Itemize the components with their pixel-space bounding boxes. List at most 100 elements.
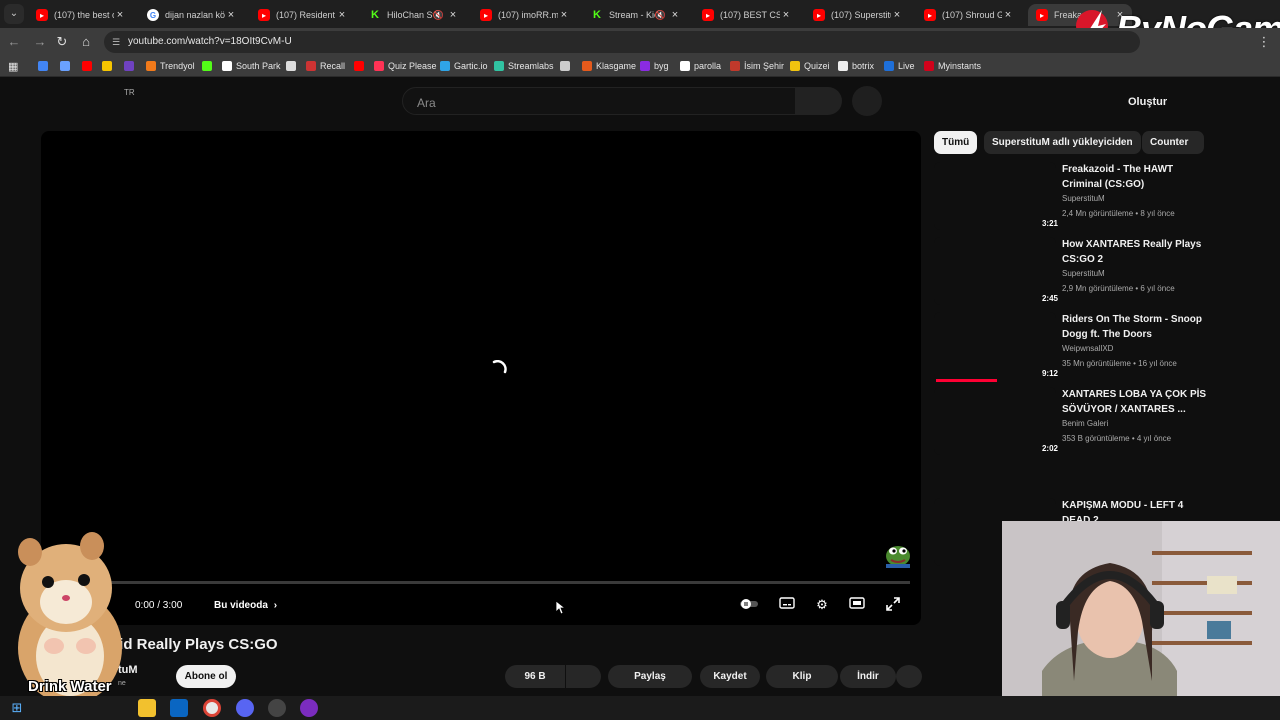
recommendation-item[interactable]: 9:12 Riders On The Storm - Snoop Dogg ft.… [934, 312, 1274, 382]
bookmark-item[interactable] [286, 59, 300, 73]
subscribe-button[interactable]: Abone ol [176, 665, 236, 688]
tab-close-icon[interactable]: × [114, 9, 126, 21]
search-input[interactable]: Ara [402, 87, 796, 115]
tab-close-icon[interactable]: × [1002, 9, 1014, 21]
apps-grid-icon[interactable]: ▦ [8, 59, 18, 73]
media-player-icon[interactable] [300, 699, 318, 717]
bookmark-item[interactable]: Gartic.io [440, 59, 488, 73]
bookmark-item[interactable] [82, 59, 96, 73]
video-player[interactable] [41, 131, 921, 625]
recommendation-title[interactable]: Riders On The Storm - Snoop Dogg ft. The… [1062, 312, 1208, 342]
tab-search-icon[interactable]: ⌄ [4, 4, 24, 24]
forward-arrow-icon[interactable]: → [32, 34, 48, 50]
recommendation-title[interactable]: XANTARES LOBA YA ÇOK PİS SÖVÜYOR / XANTA… [1062, 387, 1208, 417]
recommendation-item[interactable]: 2:45 How XANTARES Really Plays CS:GO 2 Sup… [934, 237, 1274, 307]
recommendation-channel[interactable]: SuperstituM [1062, 269, 1105, 278]
chip-from-uploader[interactable]: SuperstituM adlı yükleyiciden [984, 131, 1141, 154]
menu-dots-icon[interactable]: ⋮ [1256, 34, 1272, 50]
bookmark-item[interactable]: byg [640, 59, 669, 73]
browser-tab[interactable]: ▸ (107) imoRR.mp4× [472, 4, 576, 26]
recommendation-thumbnail[interactable] [934, 312, 1056, 380]
dislike-button[interactable] [566, 665, 601, 688]
reload-icon[interactable]: ↻ [54, 34, 70, 50]
back-arrow-icon[interactable]: ← [6, 34, 22, 50]
file-explorer-icon[interactable] [138, 699, 156, 717]
browser-tab[interactable]: ▸ (107) SuperstituM× [805, 4, 909, 26]
bookmark-item[interactable]: parolla [680, 59, 721, 73]
discord-icon[interactable] [236, 699, 254, 717]
bookmark-item[interactable] [124, 59, 138, 73]
bookmark-item[interactable]: Quiz Please [374, 59, 437, 73]
bookmark-item[interactable] [38, 59, 52, 73]
bookmark-item[interactable]: Streamlabs [494, 59, 554, 73]
tab-close-icon[interactable]: × [558, 9, 570, 21]
browser-tab[interactable]: K Stream - Kick🔇× [583, 4, 687, 26]
obs-icon[interactable] [268, 699, 286, 717]
subtitles-icon[interactable] [778, 597, 796, 613]
bookmark-item[interactable] [354, 59, 368, 73]
recommendation-item[interactable]: 3:21 Freakazoid - The HAWT Criminal (CS:G… [934, 162, 1274, 232]
browser-tab[interactable]: ▸ (107) BEST CS:GO× [694, 4, 798, 26]
share-button[interactable]: Paylaş [608, 665, 692, 688]
chrome-icon[interactable] [203, 699, 221, 717]
tab-close-icon[interactable]: × [225, 9, 237, 21]
bookmark-item[interactable]: Quizei [790, 59, 830, 73]
recommendation-title[interactable]: How XANTARES Really Plays CS:GO 2 [1062, 237, 1208, 267]
tab-muted-icon[interactable]: 🔇 [433, 10, 444, 21]
home-icon[interactable]: ⌂ [78, 34, 94, 50]
voice-search-button[interactable] [852, 86, 882, 116]
address-bar[interactable]: ☰ youtube.com/watch?v=18OIt9CvM-U [104, 31, 1140, 53]
browser-tab[interactable]: ▸ (107) the best of...× [28, 4, 132, 26]
recommendation-thumbnail[interactable] [934, 162, 1056, 230]
video-progress-bar[interactable] [52, 581, 910, 584]
bookmark-item[interactable]: Myinstants [924, 59, 981, 73]
tab-close-icon[interactable]: × [447, 9, 459, 21]
bookmark-item[interactable]: Trendyol [146, 59, 195, 73]
settings-gear-icon[interactable]: ⚙ [813, 597, 831, 613]
chip-all[interactable]: Tümü [934, 131, 978, 154]
bookmark-label: Live [898, 61, 915, 71]
bookmark-item[interactable]: Recall [306, 59, 345, 73]
fullscreen-icon[interactable] [884, 597, 902, 613]
tab-muted-icon[interactable]: 🔇 [655, 10, 666, 21]
browser-tab[interactable]: K HiloChan Stre...🔇× [361, 4, 465, 26]
taskbar-app-icon[interactable] [170, 699, 188, 717]
tab-close-icon[interactable]: × [669, 9, 681, 21]
browser-tab[interactable]: ▸ (107) Shroud Gen...× [916, 4, 1020, 26]
recommendation-channel[interactable]: WeipwnsallXD [1062, 344, 1113, 353]
bookmark-item[interactable] [202, 59, 216, 73]
browser-tab[interactable]: ▸ (107) Resident Ev...× [250, 4, 354, 26]
recommendation-channel[interactable]: Benim Galeri [1062, 419, 1108, 428]
theater-mode-icon[interactable] [848, 597, 866, 613]
browser-tab[interactable]: Gdijan nazlan köse× [139, 4, 243, 26]
recommendation-channel[interactable]: SuperstituM [1062, 194, 1105, 203]
recommendation-title[interactable]: Freakazoid - The HAWT Criminal (CS:GO) [1062, 162, 1208, 192]
bookmark-item[interactable] [60, 59, 74, 73]
bookmark-item[interactable]: Live [884, 59, 915, 73]
bookmark-item[interactable]: İsim Şehir [730, 59, 784, 73]
like-button[interactable]: 96 B [505, 665, 565, 688]
more-actions-button[interactable] [896, 665, 922, 688]
search-button[interactable] [796, 87, 842, 115]
bookmark-item[interactable]: South Park [222, 59, 281, 73]
recommendation-item[interactable]: 2:02 XANTARES LOBA YA ÇOK PİS SÖVÜYOR / X… [934, 387, 1274, 457]
create-button[interactable]: Oluştur [1128, 96, 1167, 108]
bookmark-item[interactable] [102, 59, 116, 73]
bookmark-item[interactable] [560, 59, 574, 73]
bookmark-item[interactable]: botrix [838, 59, 874, 73]
recommendation-thumbnail[interactable] [934, 237, 1056, 305]
bookmark-item[interactable]: Klasgame [582, 59, 636, 73]
clip-button[interactable]: Klip [766, 665, 838, 688]
windows-start-icon[interactable]: ⊞ [8, 699, 26, 717]
site-info-icon[interactable]: ☰ [112, 37, 120, 48]
chip-counter[interactable]: Counter [1142, 131, 1204, 154]
tab-close-icon[interactable]: × [780, 9, 792, 21]
autoplay-toggle-icon[interactable] [740, 597, 758, 613]
chapters-button[interactable]: Bu videoda › [214, 600, 277, 611]
tab-close-icon[interactable]: × [891, 9, 903, 21]
save-button[interactable]: Kaydet [700, 665, 760, 688]
windows-taskbar [0, 696, 1280, 720]
recommendation-thumbnail[interactable] [934, 387, 1056, 455]
tab-close-icon[interactable]: × [336, 9, 348, 21]
download-button[interactable]: İndir [840, 665, 896, 688]
